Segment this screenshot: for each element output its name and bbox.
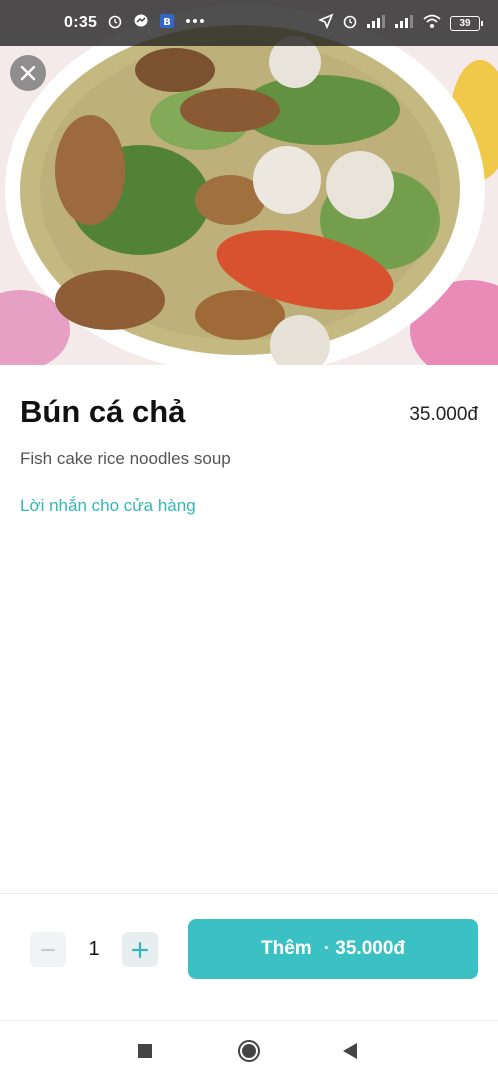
svg-text:B: B [163,17,171,28]
recent-apps-button[interactable] [133,1039,157,1063]
alarm-icon [107,13,123,34]
home-button[interactable] [237,1039,261,1063]
close-icon [20,65,36,81]
product-price: 35.000đ [409,404,478,425]
status-time: 0:35 [64,14,98,31]
close-button[interactable] [10,55,46,91]
home-icon [238,1040,260,1062]
add-button-label: Thêm [260,938,312,959]
product-image [0,0,498,365]
quantity-value: 1 [88,938,100,960]
wifi-icon [422,13,442,34]
divider [0,893,498,894]
navigation-bar [0,1020,498,1080]
signal-icon [366,13,386,34]
minus-icon [40,948,56,951]
battery-icon: 39 [450,15,483,31]
alarm-icon [342,13,358,34]
product-description: Fish cake rice noodles soup [20,449,231,468]
back-icon [343,1043,357,1059]
status-bar: 0:35 B 39 [0,0,498,46]
recent-apps-icon [138,1044,152,1058]
app-icon: B [159,13,175,34]
add-to-cart-button[interactable]: Thêm · 35.000đ [188,919,478,979]
store-note-link[interactable]: Lời nhắn cho cửa hàng [20,496,196,516]
signal-icon [394,13,414,34]
product-title: Bún cá chả [20,394,186,429]
increase-quantity-button[interactable] [122,932,158,967]
add-button-price: · 35.000đ [323,938,405,959]
location-icon [318,13,334,34]
messenger-icon [133,13,149,34]
battery-level: 39 [459,17,471,29]
more-icon [185,13,205,34]
decrease-quantity-button[interactable] [30,932,66,967]
plus-icon [131,941,149,958]
back-button[interactable] [338,1039,362,1063]
